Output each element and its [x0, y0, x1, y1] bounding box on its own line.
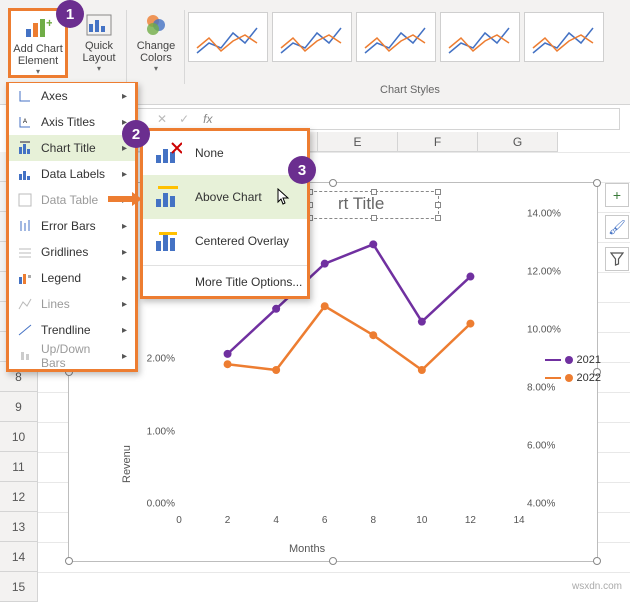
submenu-item-above-chart[interactable]: Above Chart [143, 175, 307, 219]
legend-label: 2022 [577, 372, 601, 384]
submenu-item-none[interactable]: None [143, 131, 307, 175]
row-header[interactable]: 12 [0, 482, 38, 512]
data-table-icon [17, 192, 33, 208]
step-badge-1: 1 [56, 0, 84, 28]
menu-item-axes[interactable]: Axes▸ [9, 83, 135, 109]
row-header[interactable]: 10 [0, 422, 38, 452]
menu-item-chart-title[interactable]: Chart Title▸ [9, 135, 135, 161]
menu-item-trendline[interactable]: Trendline▸ [9, 317, 135, 343]
menu-item-data-labels[interactable]: Data Labels▸ [9, 161, 135, 187]
menu-item-axis-titles[interactable]: AAxis Titles▸ [9, 109, 135, 135]
row-header[interactable]: 15 [0, 572, 38, 602]
submenu-item-more-options[interactable]: More Title Options... [143, 268, 307, 296]
row-header[interactable]: 11 [0, 452, 38, 482]
dropdown-caret-icon: ▾ [74, 64, 124, 73]
chart-style-thumb[interactable] [272, 12, 352, 62]
error-bars-icon [17, 218, 33, 234]
axes-icon [17, 88, 33, 104]
change-colors-icon [140, 12, 172, 38]
cursor-icon [277, 188, 291, 206]
updown-bars-icon [17, 348, 33, 364]
menu-item-updown-bars: Up/Down Bars▸ [9, 343, 135, 369]
cancel-icon[interactable]: ✕ [151, 112, 173, 126]
chart-style-thumb[interactable] [524, 12, 604, 62]
col-header[interactable]: E [318, 132, 398, 152]
submenu-label: Above Chart [195, 190, 262, 204]
row-header[interactable]: 13 [0, 512, 38, 542]
x-axis-label: Months [289, 543, 325, 555]
row-header[interactable]: 9 [0, 392, 38, 422]
menu-item-gridlines[interactable]: Gridlines▸ [9, 239, 135, 265]
none-icon [153, 139, 183, 167]
chart-legend[interactable]: 2021 2022 [545, 351, 601, 387]
add-chart-element-icon: + [22, 15, 54, 41]
enter-icon[interactable]: ✓ [173, 112, 195, 126]
add-chart-element-menu: Axes▸ AAxis Titles▸ Chart Title▸ Data La… [6, 82, 138, 372]
legend-item[interactable]: 2022 [545, 369, 601, 387]
row-header[interactable]: 14 [0, 542, 38, 572]
funnel-icon [610, 252, 624, 266]
chart-style-thumb[interactable] [356, 12, 436, 62]
centered-overlay-icon [153, 227, 183, 255]
chart-styles-label: Chart Styles [380, 84, 440, 96]
chart-styles-gallery[interactable] [188, 12, 622, 68]
trendline-icon [17, 322, 33, 338]
menu-item-lines: Lines▸ [9, 291, 135, 317]
chart-style-thumb[interactable] [440, 12, 520, 62]
menu-item-error-bars[interactable]: Error Bars▸ [9, 213, 135, 239]
add-chart-element-label: Add Chart Element [11, 43, 65, 67]
axis-titles-icon: A [17, 114, 33, 130]
dropdown-caret-icon: ▾ [11, 67, 65, 76]
legend-item[interactable]: 2021 [545, 351, 601, 369]
col-header[interactable]: G [478, 132, 558, 152]
legend-icon [17, 270, 33, 286]
annotation-arrow-icon [108, 192, 142, 206]
chart-style-thumb[interactable] [188, 12, 268, 62]
quick-layout-label: Quick Layout [74, 40, 124, 64]
lines-icon [17, 296, 33, 312]
svg-text:A: A [23, 119, 27, 125]
step-badge-2: 2 [122, 120, 150, 148]
submenu-label: None [195, 146, 224, 160]
above-chart-icon [153, 183, 183, 211]
chart-elements-button[interactable]: + [605, 183, 629, 207]
watermark: wsxdn.com [572, 581, 622, 592]
submenu-label: Centered Overlay [195, 234, 289, 248]
step-badge-3: 3 [288, 156, 316, 184]
chart-filters-button[interactable] [605, 247, 629, 271]
data-labels-icon [17, 166, 33, 182]
svg-text:+: + [46, 17, 52, 30]
chart-side-buttons: + 🖌 [605, 183, 629, 279]
chart-title-text: rt Title [338, 194, 384, 214]
change-colors-label: Change Colors [130, 40, 182, 64]
quick-layout-icon [83, 12, 115, 38]
chart-title[interactable]: rt Title [309, 191, 439, 219]
change-colors-button[interactable]: Change Colors ▾ [130, 8, 182, 78]
col-header[interactable]: F [398, 132, 478, 152]
fx-label[interactable]: fx [195, 112, 220, 126]
chart-styles-button[interactable]: 🖌 [605, 215, 629, 239]
submenu-item-centered-overlay[interactable]: Centered Overlay [143, 219, 307, 263]
chart-title-icon [17, 140, 33, 156]
x-axis: 02468101214 [179, 515, 519, 533]
menu-item-legend[interactable]: Legend▸ [9, 265, 135, 291]
legend-label: 2021 [577, 354, 601, 366]
dropdown-caret-icon: ▾ [130, 64, 182, 73]
gridlines-icon [17, 244, 33, 260]
chart-title-submenu: None Above Chart Centered Overlay More T… [140, 128, 310, 299]
